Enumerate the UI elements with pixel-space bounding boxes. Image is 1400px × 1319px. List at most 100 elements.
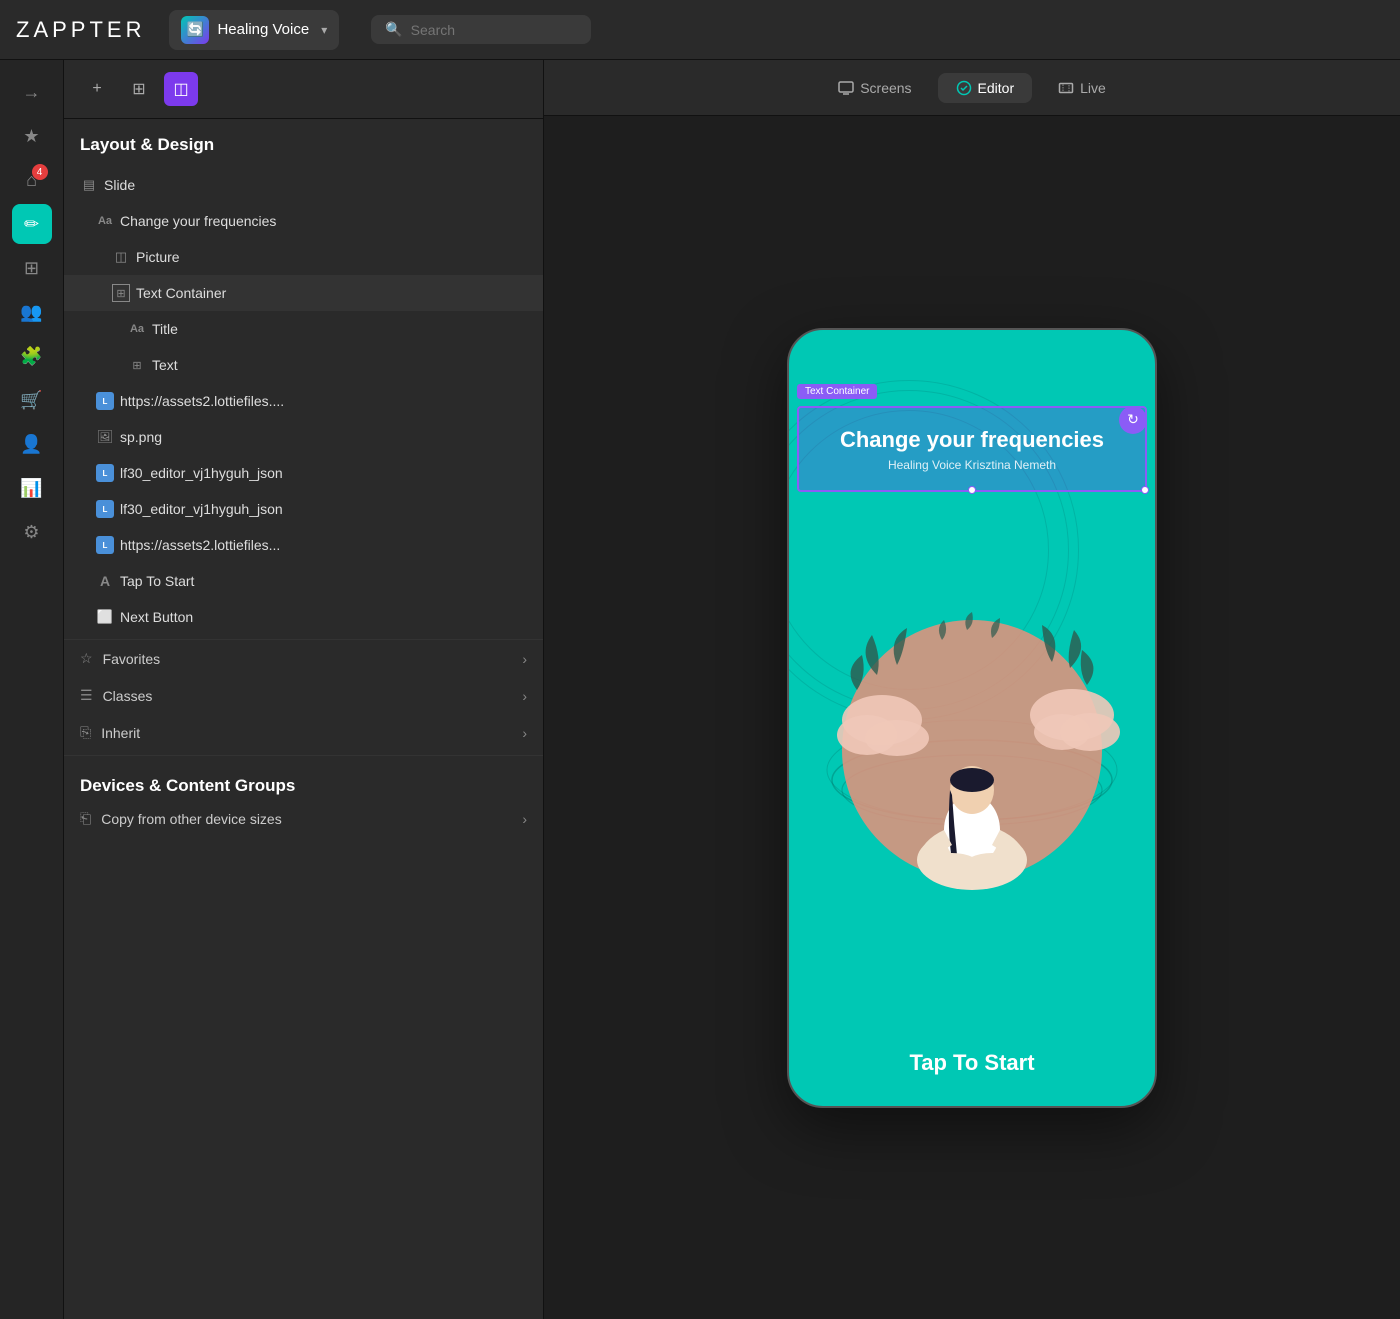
home-badge: 4 <box>32 164 48 180</box>
chevron-right3-icon[interactable]: › <box>523 467 527 479</box>
magic4-icon[interactable]: ✦ <box>471 282 493 304</box>
sidebar-item-home[interactable]: ⌂ 4 <box>12 160 52 200</box>
more9-icon[interactable]: … <box>497 462 519 484</box>
text-icon: Aa <box>96 212 114 230</box>
refresh-icon[interactable]: ↻ <box>1119 406 1147 434</box>
sidebar-item-cart[interactable]: 🛒 <box>12 380 52 420</box>
more12-icon[interactable]: … <box>497 570 519 592</box>
section-favorites[interactable]: ☆ Favorites › <box>64 640 543 677</box>
filter7-icon[interactable]: ⫶ <box>449 390 471 412</box>
chevron-down-icon[interactable]: ▾ <box>521 179 527 192</box>
magic13-icon[interactable]: ✦ <box>481 606 503 628</box>
phone-mockup[interactable]: ↻ Text Container Change your frequencies… <box>787 328 1157 1108</box>
magic11-icon[interactable]: ✦ <box>473 534 495 556</box>
app-selector[interactable]: 🔄 Healing Voice ▾ <box>169 10 339 50</box>
tab-screens[interactable]: Screens <box>820 73 929 103</box>
sidebar-item-signin[interactable]: → <box>12 72 52 112</box>
tab-live[interactable]: Live <box>1040 73 1124 103</box>
tree-item-lottie4[interactable]: L https://assets2.lottiefiles... ⫶ ✦ … › <box>64 527 543 563</box>
more-icon[interactable]: … <box>495 174 517 196</box>
tree-item-tap-to-start[interactable]: A Tap To Start ⫶ ✦ … › <box>64 563 543 599</box>
filter-icon[interactable]: ⫶ <box>447 174 469 196</box>
resize-handle-bc[interactable] <box>968 486 976 494</box>
chevron-right2-icon[interactable]: › <box>523 431 527 443</box>
magic5-icon[interactable]: ✦ <box>481 318 503 340</box>
filter8-icon[interactable]: ⫶ <box>449 426 471 448</box>
tree-item-title[interactable]: Aa Title ✦ … <box>64 311 543 347</box>
chevron-right-icon[interactable]: › <box>523 395 527 407</box>
section-classes[interactable]: ☰ Classes › <box>64 677 543 714</box>
more4-icon[interactable]: … <box>495 282 517 304</box>
tree-item-picture[interactable]: ◫ Picture ✦ … <box>64 239 543 275</box>
search-icon: 🔍 <box>385 21 402 38</box>
magic10-icon[interactable]: ✦ <box>473 498 495 520</box>
magic8-icon[interactable]: ✦ <box>473 426 495 448</box>
more13-icon[interactable]: … <box>505 606 527 628</box>
magic7-icon[interactable]: ✦ <box>473 390 495 412</box>
filter12-icon[interactable]: ⫶ <box>449 570 471 592</box>
divider <box>64 755 543 756</box>
tap-to-start-label[interactable]: Tap To Start <box>909 1050 1034 1076</box>
logo: ZAPPTER <box>16 17 145 43</box>
text-container-selected[interactable]: Text Container Change your frequencies H… <box>797 406 1147 493</box>
sidebar-item-star[interactable]: ★ <box>12 116 52 156</box>
tab-editor[interactable]: Editor <box>938 73 1033 103</box>
app-icon: 🔄 <box>181 16 209 44</box>
tree-item-next-button[interactable]: ⬜ Next Button ⫶ ✦ … <box>64 599 543 635</box>
chevron-right6-icon[interactable]: › <box>523 575 527 587</box>
magic2-icon[interactable]: ✦ <box>471 210 493 232</box>
chevron-down2-icon[interactable]: ▾ <box>521 215 527 228</box>
tree-item-sp-png[interactable]: 🖼 sp.png ⫶ ✦ … › <box>64 419 543 455</box>
more3-icon[interactable]: … <box>505 246 527 268</box>
tree-item-lottie1[interactable]: L https://assets2.lottiefiles.... ⫶ ✦ … … <box>64 383 543 419</box>
lottie-badge4: L <box>96 536 114 554</box>
more7-icon[interactable]: … <box>497 390 519 412</box>
more2-icon[interactable]: … <box>495 210 517 232</box>
sidebar-item-settings[interactable]: ⚙ <box>12 512 52 552</box>
tree-item-change-frequencies[interactable]: Aa Change your frequencies ⫶ ✦ … ▾ <box>64 203 543 239</box>
more6-icon[interactable]: … <box>505 354 527 376</box>
components-button[interactable]: ⊞ <box>122 72 156 106</box>
filter10-icon[interactable]: ⫶ <box>449 498 471 520</box>
section-inherit[interactable]: ⎘ Inherit › <box>64 714 543 751</box>
section-copy-devices[interactable]: ⎗ Copy from other device sizes › <box>64 800 543 837</box>
magic3-icon[interactable]: ✦ <box>481 246 503 268</box>
sidebar-item-chart[interactable]: 📊 <box>12 468 52 508</box>
filter13-icon[interactable]: ⫶ <box>457 606 479 628</box>
more8-icon[interactable]: … <box>497 426 519 448</box>
resize-handle-br[interactable] <box>1141 486 1149 494</box>
chevron-right4-icon[interactable]: › <box>523 503 527 515</box>
chevron-down3-icon[interactable]: ▾ <box>521 287 527 300</box>
inherit-label: Inherit <box>101 725 522 741</box>
filter2-icon[interactable]: ⫶ <box>447 210 469 232</box>
sidebar-item-team[interactable]: 👤 <box>12 424 52 464</box>
more5-icon[interactable]: … <box>505 318 527 340</box>
sidebar-item-grid[interactable]: ⊞ <box>12 248 52 288</box>
sidebar-item-users[interactable]: 👥 <box>12 292 52 332</box>
copy-icon: ⎗ <box>80 810 91 827</box>
tree-item-text-container[interactable]: ⊞ Text Container ✦ … ▾ <box>64 275 543 311</box>
tree-item-text[interactable]: ⊞ Text ✦ … <box>64 347 543 383</box>
add-button[interactable]: + <box>80 72 114 106</box>
more11-icon[interactable]: … <box>497 534 519 556</box>
tree-item-slide[interactable]: ▤ Slide ⫶ ✦ … ▾ <box>64 167 543 203</box>
sidebar-item-puzzle[interactable]: 🧩 <box>12 336 52 376</box>
lottie-badge: L <box>96 392 114 410</box>
tree-item-lottie3[interactable]: L lf30_editor_vj1hyguh_json ⫶ ✦ … › <box>64 491 543 527</box>
button-icon: ⬜ <box>96 608 114 626</box>
magic-icon[interactable]: ✦ <box>471 174 493 196</box>
tree-item-lottie2[interactable]: L lf30_editor_vj1hyguh_json ⫶ ✦ … › <box>64 455 543 491</box>
more10-icon[interactable]: … <box>497 498 519 520</box>
layout-button[interactable]: ◫ <box>164 72 198 106</box>
magic6-icon[interactable]: ✦ <box>481 354 503 376</box>
search-bar[interactable]: 🔍 <box>371 15 591 44</box>
filter9-icon[interactable]: ⫶ <box>449 462 471 484</box>
magic9-icon[interactable]: ✦ <box>473 462 495 484</box>
chevron-right5-icon[interactable]: › <box>523 539 527 551</box>
chevron-right10-icon: › <box>522 811 527 827</box>
meditation-illustration <box>822 500 1122 940</box>
search-input[interactable] <box>411 22 571 38</box>
sidebar-item-editor[interactable]: ✏ <box>12 204 52 244</box>
filter11-icon[interactable]: ⫶ <box>449 534 471 556</box>
magic12-icon[interactable]: ✦ <box>473 570 495 592</box>
